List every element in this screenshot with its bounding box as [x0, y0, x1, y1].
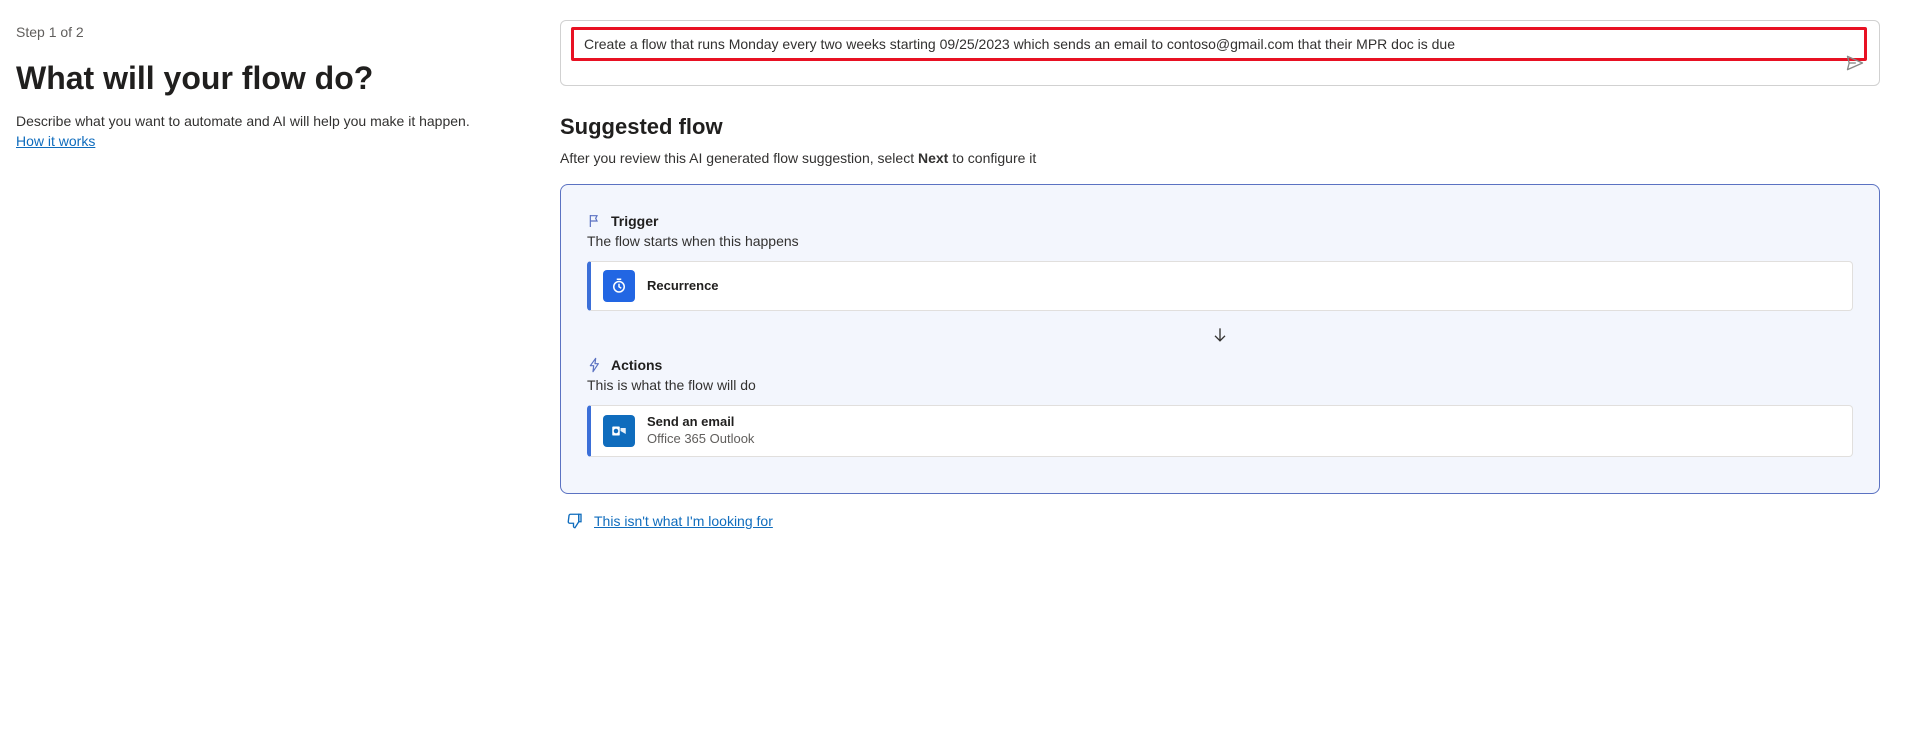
action-step-card[interactable]: Send an email Office 365 Outlook — [587, 405, 1853, 457]
feedback-row: This isn't what I'm looking for — [560, 512, 1880, 530]
suggested-subtext-bold: Next — [918, 150, 948, 166]
step-indicator: Step 1 of 2 — [16, 24, 500, 40]
page-description: Describe what you want to automate and A… — [16, 113, 500, 129]
suggested-flow-card: Trigger The flow starts when this happen… — [560, 184, 1880, 494]
action-step-sub: Office 365 Outlook — [647, 431, 754, 448]
outlook-icon — [603, 415, 635, 447]
trigger-subtitle: The flow starts when this happens — [587, 233, 1853, 249]
lightning-icon — [587, 357, 603, 373]
action-step-text: Send an email Office 365 Outlook — [647, 414, 754, 448]
flag-icon — [587, 213, 603, 229]
action-step-title: Send an email — [647, 414, 754, 431]
thumbs-down-icon[interactable] — [566, 512, 584, 530]
send-icon[interactable] — [1845, 53, 1865, 73]
trigger-label: Trigger — [611, 213, 658, 229]
arrow-down-icon — [587, 325, 1853, 345]
suggested-flow-heading: Suggested flow — [560, 114, 1880, 140]
trigger-step-title: Recurrence — [647, 278, 719, 295]
actions-label: Actions — [611, 357, 662, 373]
actions-subtitle: This is what the flow will do — [587, 377, 1853, 393]
prompt-input-container[interactable]: Create a flow that runs Monday every two… — [560, 20, 1880, 86]
suggested-flow-subtext: After you review this AI generated flow … — [560, 150, 1880, 166]
trigger-step-card[interactable]: Recurrence — [587, 261, 1853, 311]
page-title: What will your flow do? — [16, 60, 500, 97]
suggested-subtext-suffix: to configure it — [948, 150, 1036, 166]
prompt-text-highlight: Create a flow that runs Monday every two… — [571, 27, 1867, 61]
left-panel: Step 1 of 2 What will your flow do? Desc… — [0, 0, 520, 756]
suggested-subtext-prefix: After you review this AI generated flow … — [560, 150, 918, 166]
recurrence-icon — [603, 270, 635, 302]
right-panel: Create a flow that runs Monday every two… — [520, 0, 1920, 756]
trigger-step-text: Recurrence — [647, 278, 719, 295]
actions-section-header: Actions — [587, 357, 1853, 373]
not-what-looking-for-link[interactable]: This isn't what I'm looking for — [594, 513, 773, 529]
how-it-works-link[interactable]: How it works — [16, 133, 95, 149]
trigger-section-header: Trigger — [587, 213, 1853, 229]
